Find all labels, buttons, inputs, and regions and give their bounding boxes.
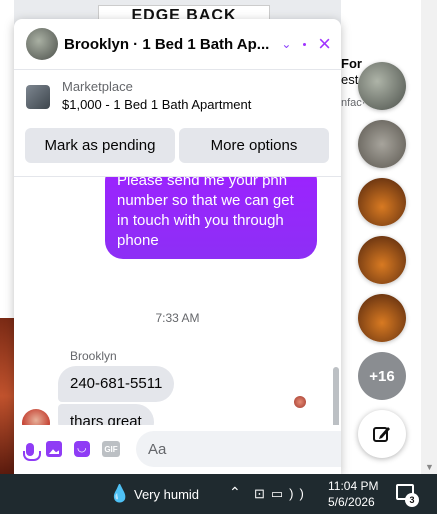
chat-title[interactable]: Brooklyn · 1 Bed 1 Bath Ap...: [64, 36, 269, 53]
taskbar: 💧 Very humid ⌃ ⊡▭)) 11:04 PM 5/6/2026 3: [0, 474, 437, 514]
chat-head[interactable]: [358, 120, 406, 168]
more-chats-button[interactable]: +16: [358, 352, 406, 400]
scroll-down-icon[interactable]: ▼: [425, 462, 434, 472]
water-drop-icon[interactable]: 💧: [109, 484, 130, 504]
listing-kicker: Marketplace: [62, 79, 133, 94]
message-input-wrapper[interactable]: [136, 431, 341, 467]
message-scrollbar[interactable]: [333, 367, 339, 425]
weather-text[interactable]: Very humid: [134, 487, 199, 502]
message-input[interactable]: [148, 440, 341, 458]
chat-header[interactable]: Brooklyn · 1 Bed 1 Bath Ap... ⌄ ×: [14, 19, 341, 69]
sender-name: Brooklyn: [70, 349, 117, 363]
clock-time: 11:04 PM: [328, 479, 379, 493]
incoming-message[interactable]: thars great: [58, 404, 154, 425]
outgoing-message[interactable]: Please send me your pnn number so that w…: [105, 177, 317, 259]
background-right-sub: est: [341, 72, 359, 87]
chevron-up-icon[interactable]: ⌃: [229, 484, 241, 501]
chat-window: Brooklyn · 1 Bed 1 Bath Ap... ⌄ × Market…: [14, 19, 341, 474]
incoming-message[interactable]: 240-681-5511: [58, 366, 175, 402]
listing-name[interactable]: $1,000 - 1 Bed 1 Bath Apartment: [62, 96, 251, 114]
clock[interactable]: 11:04 PM 5/6/2026: [328, 478, 378, 510]
notification-badge: 3: [405, 493, 419, 507]
compose-icon: [373, 427, 390, 442]
chat-head[interactable]: [358, 62, 406, 110]
listing-thumbnail[interactable]: [26, 85, 50, 109]
photo-icon[interactable]: [46, 439, 62, 459]
seen-indicator-avatar: [294, 396, 306, 408]
mark-as-pending-button[interactable]: Mark as pending: [25, 128, 175, 163]
message-timestamp: 7:33 AM: [155, 311, 200, 325]
new-message-button[interactable]: [358, 410, 406, 458]
sticker-icon[interactable]: [74, 439, 90, 459]
more-options-button[interactable]: More options: [179, 128, 329, 163]
clock-date: 5/6/2026: [328, 495, 375, 509]
background-left-panel: [0, 0, 14, 474]
chat-head[interactable]: [358, 236, 406, 284]
chevron-down-icon[interactable]: ⌄: [281, 37, 291, 51]
sender-avatar[interactable]: [22, 409, 50, 425]
system-tray-icons[interactable]: ⊡▭)): [254, 486, 310, 502]
chat-head[interactable]: [358, 294, 406, 342]
composer: GIF 👍: [14, 424, 341, 474]
listing-card: Marketplace $1,000 - 1 Bed 1 Bath Apartm…: [14, 69, 341, 177]
microphone-icon[interactable]: [23, 439, 41, 461]
close-icon[interactable]: ×: [318, 33, 331, 55]
chat-heads: +16: [358, 62, 406, 458]
page-scrollbar[interactable]: ▼: [421, 0, 437, 474]
gif-icon[interactable]: GIF: [102, 439, 120, 459]
background-image: [0, 318, 14, 474]
chat-head[interactable]: [358, 178, 406, 226]
message-list[interactable]: Please send me your pnn number so that w…: [14, 177, 341, 425]
chat-avatar[interactable]: [26, 28, 58, 60]
minimize-icon[interactable]: [303, 42, 307, 46]
